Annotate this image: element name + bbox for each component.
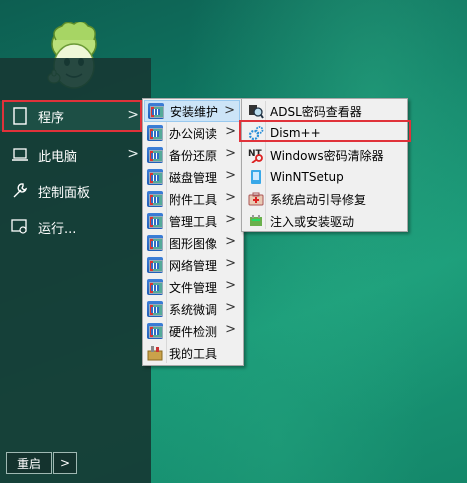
- menu-item-programs-6[interactable]: 图形图像 >: [144, 232, 240, 254]
- menu-item-label: Windows密码清除器: [270, 148, 384, 163]
- folder-icon: [147, 279, 163, 295]
- menu-item-label: 网络管理: [169, 258, 218, 273]
- menu-item-label: 办公阅读: [169, 126, 218, 141]
- chevron-right-icon: >: [127, 146, 139, 162]
- menu-item-label: WinNTSetup: [270, 170, 344, 184]
- chevron-right-icon: >: [225, 168, 236, 183]
- menu-item-label: 我的工具: [169, 346, 218, 361]
- menu-item-programs-1[interactable]: 办公阅读 >: [144, 122, 240, 144]
- menu-item-label: 系统微调: [169, 302, 218, 317]
- chevron-right-icon: >: [224, 103, 235, 118]
- highlight-box-dism: [239, 120, 411, 142]
- folder-icon: [147, 235, 163, 251]
- run-icon: [10, 217, 30, 237]
- menu-item-label: 文件管理: [169, 280, 218, 295]
- folder-icon: [148, 103, 164, 119]
- menu-item-programs-4[interactable]: 附件工具 >: [144, 188, 240, 210]
- start-item-label: 此电脑: [38, 149, 78, 165]
- driver-icon: [248, 213, 264, 229]
- start-item-control-panel[interactable]: 控制面板: [0, 176, 151, 206]
- chevron-right-icon: >: [225, 124, 236, 139]
- menu-item-label: ADSL密码查看器: [270, 104, 362, 119]
- highlight-box-programs: [2, 100, 142, 132]
- restart-button[interactable]: 重启: [6, 452, 52, 474]
- menu-item-label: 磁盘管理: [169, 170, 218, 185]
- menu-item-programs-9[interactable]: 系统微调 >: [144, 298, 240, 320]
- menu-item-programs-8[interactable]: 文件管理 >: [144, 276, 240, 298]
- menu-item-programs-0[interactable]: 安装维护 >: [144, 100, 240, 122]
- menu-item-label: 系统启动引导修复: [270, 192, 367, 207]
- start-item-run[interactable]: 运行...: [0, 212, 151, 242]
- menu-item-label: 管理工具: [169, 214, 218, 229]
- start-item-label: 控制面板: [38, 185, 91, 201]
- chevron-right-icon: >: [225, 300, 236, 315]
- chevron-right-icon: >: [225, 234, 236, 249]
- start-item-this-pc[interactable]: 此电脑 >: [0, 140, 151, 170]
- menu-item-programs-7[interactable]: 网络管理 >: [144, 254, 240, 276]
- menu-item-install-driver[interactable]: 注入或安装驱动: [244, 210, 405, 232]
- chevron-right-icon: >: [225, 322, 236, 337]
- chevron-right-icon: >: [225, 212, 236, 227]
- folder-icon: [147, 213, 163, 229]
- menu-item-adsl[interactable]: ADSL密码查看器: [244, 100, 405, 122]
- setup-icon: [248, 169, 264, 185]
- menu-item-windows-password[interactable]: NT Windows密码清除器: [244, 144, 405, 166]
- laptop-icon: [10, 145, 30, 165]
- menu-item-label: 硬件检测: [169, 324, 218, 339]
- toolbox-icon: [147, 345, 163, 361]
- repair-icon: [248, 191, 264, 207]
- menu-item-winntsetup[interactable]: WinNTSetup: [244, 166, 405, 188]
- folder-icon: [147, 169, 163, 185]
- magnifier-icon: [248, 103, 264, 119]
- chevron-right-icon: >: [225, 190, 236, 205]
- power-options-button[interactable]: >: [53, 452, 77, 474]
- menu-item-label: 图形图像: [169, 236, 218, 251]
- menu-item-programs-11[interactable]: 我的工具: [144, 342, 240, 364]
- chevron-right-icon: >: [225, 146, 236, 161]
- menu-item-programs-5[interactable]: 管理工具 >: [144, 210, 240, 232]
- menu-item-label: 备份还原: [169, 148, 218, 163]
- chevron-right-icon: >: [225, 278, 236, 293]
- menu-item-programs-3[interactable]: 磁盘管理 >: [144, 166, 240, 188]
- folder-icon: [147, 147, 163, 163]
- menu-item-label: 注入或安装驱动: [270, 214, 355, 229]
- menu-item-label: 安装维护: [170, 104, 219, 119]
- menu-item-programs-10[interactable]: 硬件检测 >: [144, 320, 240, 342]
- menu-item-label: 附件工具: [169, 192, 218, 207]
- nt-key-icon: NT: [248, 147, 264, 163]
- folder-icon: [147, 191, 163, 207]
- folder-icon: [147, 125, 163, 141]
- start-item-label: 运行...: [38, 221, 77, 237]
- folder-icon: [147, 257, 163, 273]
- menu-item-programs-2[interactable]: 备份还原 >: [144, 144, 240, 166]
- menu-item-boot-repair[interactable]: 系统启动引导修复: [244, 188, 405, 210]
- folder-icon: [147, 323, 163, 339]
- wrench-icon: [10, 181, 30, 201]
- folder-icon: [147, 301, 163, 317]
- chevron-right-icon: >: [225, 256, 236, 271]
